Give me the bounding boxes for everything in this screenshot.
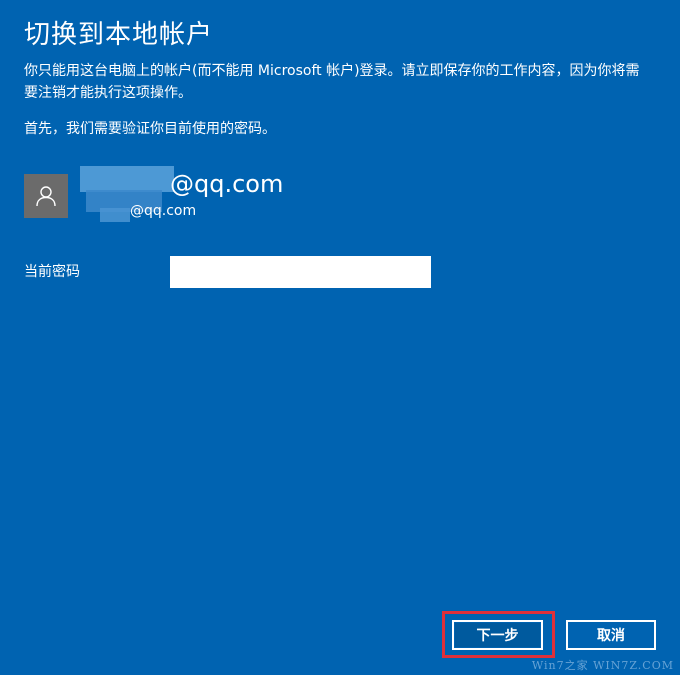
avatar [24,174,68,218]
verify-instruction: 首先，我们需要验证你目前使用的密码。 [24,121,276,137]
page-title: 切换到本地帐户 [24,20,214,50]
redacted-mosaic [80,166,174,192]
password-label: 当前密码 [24,264,80,280]
current-password-input[interactable] [170,256,431,288]
description-text: 你只能用这台电脑上的帐户(而不能用 Microsoft 帐户)登录。请立即保存你… [24,63,640,101]
watermark: Win7之家 WIN7Z.COM [531,659,674,672]
account-email: @qq.com [130,203,197,219]
redacted-mosaic [100,208,130,222]
account-name: @qq.com [170,170,284,198]
user-icon [36,186,56,207]
cancel-button[interactable]: 取消 [566,620,656,650]
next-button[interactable]: 下一步 [452,620,543,650]
